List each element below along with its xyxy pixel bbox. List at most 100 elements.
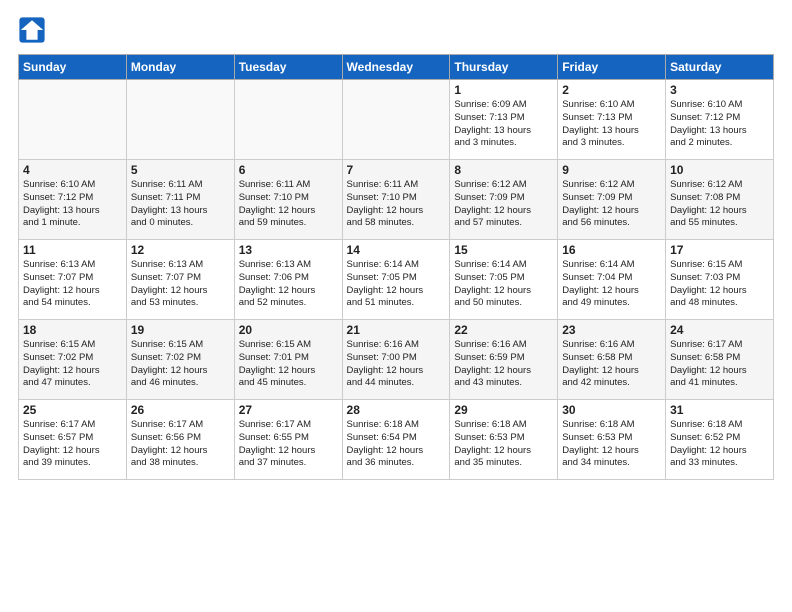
day-number: 24	[670, 323, 769, 337]
calendar-cell: 5 Sunrise: 6:11 AM Sunset: 7:11 PM Daylig…	[126, 160, 234, 240]
day-number: 23	[562, 323, 661, 337]
weekday-header-thursday: Thursday	[450, 55, 558, 80]
calendar-cell: 24 Sunrise: 6:17 AM Sunset: 6:58 PM Dayli…	[666, 320, 774, 400]
day-info: Sunrise: 6:14 AM Sunset: 7:05 PM Dayligh…	[454, 259, 553, 310]
calendar-cell: 8 Sunrise: 6:12 AM Sunset: 7:09 PM Daylig…	[450, 160, 558, 240]
day-info: Sunrise: 6:15 AM Sunset: 7:03 PM Dayligh…	[670, 259, 769, 310]
calendar-cell: 28Sunrise: 6:18 AM Sunset: 6:54 PM Dayli…	[342, 400, 450, 480]
day-number: 31	[670, 403, 769, 417]
calendar-cell: 6 Sunrise: 6:11 AM Sunset: 7:10 PM Daylig…	[234, 160, 342, 240]
calendar-cell: 22 Sunrise: 6:16 AM Sunset: 6:59 PM Dayli…	[450, 320, 558, 400]
day-info: Sunrise: 6:16 AM Sunset: 7:00 PM Dayligh…	[347, 339, 446, 390]
day-number: 17	[670, 243, 769, 257]
day-info: Sunrise: 6:15 AM Sunset: 7:02 PM Dayligh…	[131, 339, 230, 390]
day-number: 15	[454, 243, 553, 257]
calendar-cell: 11Sunrise: 6:13 AM Sunset: 7:07 PM Dayli…	[19, 240, 127, 320]
calendar-cell: 26Sunrise: 6:17 AM Sunset: 6:56 PM Dayli…	[126, 400, 234, 480]
calendar-cell: 16Sunrise: 6:14 AM Sunset: 7:04 PM Dayli…	[558, 240, 666, 320]
day-number: 13	[239, 243, 338, 257]
day-number: 4	[23, 163, 122, 177]
day-info: Sunrise: 6:15 AM Sunset: 7:02 PM Dayligh…	[23, 339, 122, 390]
calendar-cell: 1Sunrise: 6:09 AM Sunset: 7:13 PM Daylig…	[450, 80, 558, 160]
day-number: 21	[347, 323, 446, 337]
day-number: 14	[347, 243, 446, 257]
day-number: 16	[562, 243, 661, 257]
weekday-header-monday: Monday	[126, 55, 234, 80]
calendar-week-4: 25 Sunrise: 6:17 AM Sunset: 6:57 PM Dayli…	[19, 400, 774, 480]
calendar-cell: 14 Sunrise: 6:14 AM Sunset: 7:05 PM Dayli…	[342, 240, 450, 320]
calendar-cell: 31Sunrise: 6:18 AM Sunset: 6:52 PM Dayli…	[666, 400, 774, 480]
day-number: 8	[454, 163, 553, 177]
day-info: Sunrise: 6:12 AM Sunset: 7:09 PM Dayligh…	[562, 179, 661, 230]
calendar-cell: 25 Sunrise: 6:17 AM Sunset: 6:57 PM Dayli…	[19, 400, 127, 480]
weekday-header-friday: Friday	[558, 55, 666, 80]
calendar-cell: 2 Sunrise: 6:10 AM Sunset: 7:13 PM Daylig…	[558, 80, 666, 160]
day-info: Sunrise: 6:17 AM Sunset: 6:57 PM Dayligh…	[23, 419, 122, 470]
day-info: Sunrise: 6:17 AM Sunset: 6:58 PM Dayligh…	[670, 339, 769, 390]
day-number: 9	[562, 163, 661, 177]
calendar-week-2: 11Sunrise: 6:13 AM Sunset: 7:07 PM Dayli…	[19, 240, 774, 320]
logo-icon	[18, 16, 46, 44]
day-info: Sunrise: 6:11 AM Sunset: 7:10 PM Dayligh…	[347, 179, 446, 230]
day-info: Sunrise: 6:16 AM Sunset: 6:59 PM Dayligh…	[454, 339, 553, 390]
calendar-week-0: 1Sunrise: 6:09 AM Sunset: 7:13 PM Daylig…	[19, 80, 774, 160]
calendar-cell: 12 Sunrise: 6:13 AM Sunset: 7:07 PM Dayli…	[126, 240, 234, 320]
calendar-cell: 17 Sunrise: 6:15 AM Sunset: 7:03 PM Dayli…	[666, 240, 774, 320]
day-number: 5	[131, 163, 230, 177]
day-info: Sunrise: 6:17 AM Sunset: 6:55 PM Dayligh…	[239, 419, 338, 470]
day-number: 25	[23, 403, 122, 417]
day-info: Sunrise: 6:12 AM Sunset: 7:09 PM Dayligh…	[454, 179, 553, 230]
day-info: Sunrise: 6:14 AM Sunset: 7:05 PM Dayligh…	[347, 259, 446, 310]
day-info: Sunrise: 6:18 AM Sunset: 6:53 PM Dayligh…	[454, 419, 553, 470]
calendar-table: SundayMondayTuesdayWednesdayThursdayFrid…	[18, 54, 774, 480]
day-info: Sunrise: 6:12 AM Sunset: 7:08 PM Dayligh…	[670, 179, 769, 230]
day-number: 20	[239, 323, 338, 337]
calendar-cell: 21 Sunrise: 6:16 AM Sunset: 7:00 PM Dayli…	[342, 320, 450, 400]
day-info: Sunrise: 6:10 AM Sunset: 7:12 PM Dayligh…	[670, 99, 769, 150]
day-info: Sunrise: 6:11 AM Sunset: 7:10 PM Dayligh…	[239, 179, 338, 230]
weekday-header-saturday: Saturday	[666, 55, 774, 80]
day-number: 2	[562, 83, 661, 97]
calendar-cell: 18 Sunrise: 6:15 AM Sunset: 7:02 PM Dayli…	[19, 320, 127, 400]
header	[18, 16, 774, 44]
calendar-cell: 19 Sunrise: 6:15 AM Sunset: 7:02 PM Dayli…	[126, 320, 234, 400]
calendar-cell: 27 Sunrise: 6:17 AM Sunset: 6:55 PM Dayli…	[234, 400, 342, 480]
calendar-cell: 13Sunrise: 6:13 AM Sunset: 7:06 PM Dayli…	[234, 240, 342, 320]
calendar-cell: 10 Sunrise: 6:12 AM Sunset: 7:08 PM Dayli…	[666, 160, 774, 240]
calendar-week-3: 18 Sunrise: 6:15 AM Sunset: 7:02 PM Dayli…	[19, 320, 774, 400]
day-info: Sunrise: 6:11 AM Sunset: 7:11 PM Dayligh…	[131, 179, 230, 230]
day-number: 19	[131, 323, 230, 337]
calendar-cell: 23 Sunrise: 6:16 AM Sunset: 6:58 PM Dayli…	[558, 320, 666, 400]
day-info: Sunrise: 6:10 AM Sunset: 7:12 PM Dayligh…	[23, 179, 122, 230]
day-info: Sunrise: 6:09 AM Sunset: 7:13 PM Dayligh…	[454, 99, 553, 150]
calendar-cell	[126, 80, 234, 160]
day-info: Sunrise: 6:10 AM Sunset: 7:13 PM Dayligh…	[562, 99, 661, 150]
day-info: Sunrise: 6:17 AM Sunset: 6:56 PM Dayligh…	[131, 419, 230, 470]
day-info: Sunrise: 6:15 AM Sunset: 7:01 PM Dayligh…	[239, 339, 338, 390]
day-info: Sunrise: 6:18 AM Sunset: 6:53 PM Dayligh…	[562, 419, 661, 470]
calendar-cell: 15 Sunrise: 6:14 AM Sunset: 7:05 PM Dayli…	[450, 240, 558, 320]
day-info: Sunrise: 6:13 AM Sunset: 7:07 PM Dayligh…	[131, 259, 230, 310]
day-number: 30	[562, 403, 661, 417]
day-number: 12	[131, 243, 230, 257]
day-number: 22	[454, 323, 553, 337]
day-info: Sunrise: 6:16 AM Sunset: 6:58 PM Dayligh…	[562, 339, 661, 390]
calendar-cell: 20 Sunrise: 6:15 AM Sunset: 7:01 PM Dayli…	[234, 320, 342, 400]
day-number: 28	[347, 403, 446, 417]
day-number: 3	[670, 83, 769, 97]
weekday-header-tuesday: Tuesday	[234, 55, 342, 80]
day-number: 7	[347, 163, 446, 177]
day-number: 10	[670, 163, 769, 177]
day-number: 18	[23, 323, 122, 337]
calendar-body: 1Sunrise: 6:09 AM Sunset: 7:13 PM Daylig…	[19, 80, 774, 480]
calendar-cell: 3 Sunrise: 6:10 AM Sunset: 7:12 PM Daylig…	[666, 80, 774, 160]
day-number: 29	[454, 403, 553, 417]
calendar-cell: 29 Sunrise: 6:18 AM Sunset: 6:53 PM Dayli…	[450, 400, 558, 480]
weekday-header-sunday: Sunday	[19, 55, 127, 80]
day-number: 27	[239, 403, 338, 417]
page: SundayMondayTuesdayWednesdayThursdayFrid…	[0, 0, 792, 490]
day-number: 6	[239, 163, 338, 177]
weekday-header-wednesday: Wednesday	[342, 55, 450, 80]
calendar-header: SundayMondayTuesdayWednesdayThursdayFrid…	[19, 55, 774, 80]
day-info: Sunrise: 6:13 AM Sunset: 7:07 PM Dayligh…	[23, 259, 122, 310]
